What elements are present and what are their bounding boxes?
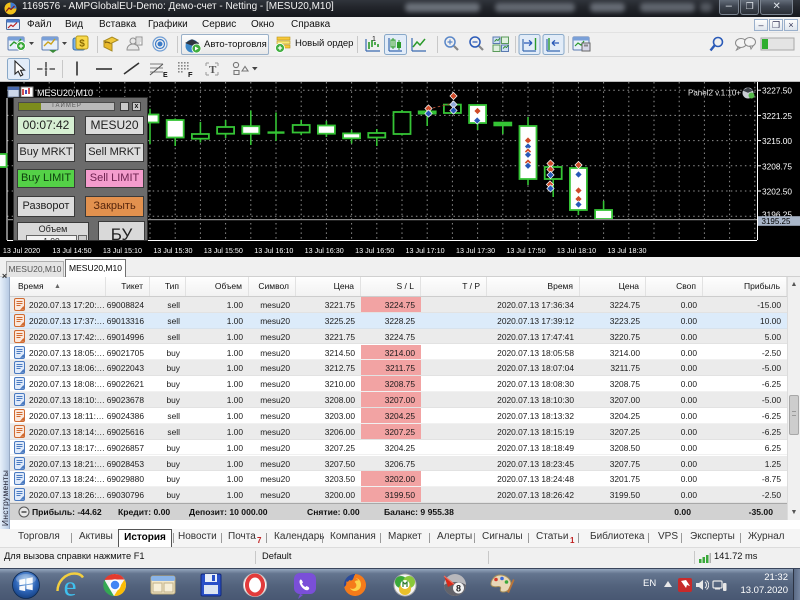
svg-text:3221.25: 3221.25 — [762, 111, 792, 121]
svg-text:13 Jul 16:10: 13 Jul 16:10 — [254, 246, 293, 255]
svg-text:3195.25: 3195.25 — [762, 217, 791, 226]
svg-text:Panel2 v.1.10+: Panel2 v.1.10+ — [688, 89, 741, 98]
svg-text:F: F — [188, 70, 193, 79]
svg-text:13 Jul 17:30: 13 Jul 17:30 — [456, 246, 495, 255]
svg-text:E: E — [163, 72, 168, 79]
svg-text:13 Jul 16:50: 13 Jul 16:50 — [355, 246, 394, 255]
svg-text:3227.50: 3227.50 — [762, 86, 792, 96]
svg-text:1: 1 — [372, 36, 376, 43]
svg-text:13 Jul 14:50: 13 Jul 14:50 — [52, 246, 91, 255]
svg-text:13 Jul 16:30: 13 Jul 16:30 — [305, 246, 344, 255]
svg-text:13 Jul 18:30: 13 Jul 18:30 — [607, 246, 646, 255]
svg-text:13 Jul 15:10: 13 Jul 15:10 — [103, 246, 142, 255]
svg-text:13 Jul 18:10: 13 Jul 18:10 — [557, 246, 596, 255]
svg-text:$: $ — [79, 39, 85, 50]
svg-text:8: 8 — [456, 584, 461, 594]
svg-text:13 Jul 17:10: 13 Jul 17:10 — [406, 246, 445, 255]
svg-text:3202.50: 3202.50 — [762, 187, 792, 197]
svg-text:3215.00: 3215.00 — [762, 136, 792, 146]
svg-text:13 Jul 2020: 13 Jul 2020 — [3, 246, 40, 255]
svg-text:13 Jul 15:30: 13 Jul 15:30 — [153, 246, 192, 255]
svg-text:3208.75: 3208.75 — [762, 161, 792, 171]
svg-text:13 Jul 17:50: 13 Jul 17:50 — [506, 246, 545, 255]
svg-text:13 Jul 15:50: 13 Jul 15:50 — [204, 246, 243, 255]
svg-text:T: T — [209, 64, 217, 76]
